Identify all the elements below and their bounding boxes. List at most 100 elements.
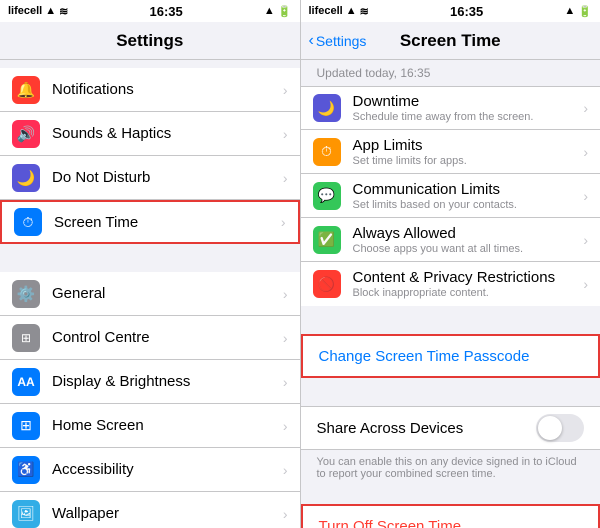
right-wifi-icon: ≋ xyxy=(360,5,369,18)
settings-row-controlcentre[interactable]: ⊞ Control Centre › xyxy=(0,316,300,360)
right-status-bar: lifecell ▲ ≋ 16:35 ▲ 🔋 xyxy=(301,0,600,22)
settings-row-notifications[interactable]: 🔔 Notifications › xyxy=(0,68,300,112)
separator-1 xyxy=(301,306,600,334)
right-carrier: lifecell xyxy=(309,5,343,17)
wallpaper-label: Wallpaper xyxy=(52,505,279,522)
left-battery-icon: 🔋 xyxy=(278,5,292,18)
controlcentre-icon: ⊞ xyxy=(12,324,40,352)
right-status-right: ▲ 🔋 xyxy=(564,5,592,18)
screentime-items-group: 🌙 Downtime Schedule time away from the s… xyxy=(301,86,600,306)
right-scroll[interactable]: Updated today, 16:35 🌙 Downtime Schedule… xyxy=(301,60,600,528)
left-panel: lifecell ▲ ≋ 16:35 ▲ 🔋 Settings 🔔 Notifi… xyxy=(0,0,300,528)
left-time: 16:35 xyxy=(150,4,183,19)
right-panel: lifecell ▲ ≋ 16:35 ▲ 🔋 ‹ Settings Screen… xyxy=(301,0,600,528)
dnd-label: Do Not Disturb xyxy=(52,169,279,186)
left-scroll[interactable]: 🔔 Notifications › 🔊 Sounds & Haptics › xyxy=(0,60,300,528)
homescreen-icon: ⊞ xyxy=(12,412,40,440)
general-text: General xyxy=(52,285,279,302)
applimits-sublabel: Set time limits for apps. xyxy=(353,155,580,167)
notifications-icon: 🔔 xyxy=(12,76,40,104)
settings-row-dnd[interactable]: 🌙 Do Not Disturb › xyxy=(0,156,300,200)
wallpaper-icon: 🖼 xyxy=(12,500,40,528)
applimits-chevron: › xyxy=(583,144,588,160)
settings-row-accessibility[interactable]: ♿ Accessibility › xyxy=(0,448,300,492)
sounds-chevron: › xyxy=(283,126,288,142)
notifications-text: Notifications xyxy=(52,81,279,98)
sounds-icon: 🔊 xyxy=(12,120,40,148)
left-carrier: lifecell xyxy=(8,5,42,17)
left-nav-bar: Settings xyxy=(0,22,300,60)
left-location-icon: ▲ xyxy=(264,5,275,17)
homescreen-text: Home Screen xyxy=(52,417,279,434)
controlcentre-chevron: › xyxy=(283,330,288,346)
alwaysallowed-text-block: Always Allowed Choose apps you want at a… xyxy=(353,225,580,255)
controlcentre-label: Control Centre xyxy=(52,329,279,346)
display-label: Display & Brightness xyxy=(52,373,279,390)
settings-row-sounds[interactable]: 🔊 Sounds & Haptics › xyxy=(0,112,300,156)
wallpaper-text: Wallpaper xyxy=(52,505,279,522)
st-row-communication[interactable]: 💬 Communication Limits Set limits based … xyxy=(301,174,600,218)
left-wifi-icon: ≋ xyxy=(59,5,68,18)
accessibility-chevron: › xyxy=(283,462,288,478)
settings-row-screentime[interactable]: ⏱ Screen Time › xyxy=(0,200,300,244)
sounds-text: Sounds & Haptics xyxy=(52,125,279,142)
controlcentre-text: Control Centre xyxy=(52,329,279,346)
sounds-label: Sounds & Haptics xyxy=(52,125,279,142)
communication-sublabel: Set limits based on your contacts. xyxy=(353,199,580,211)
contentprivacy-sublabel: Block inappropriate content. xyxy=(353,287,580,299)
alwaysallowed-sublabel: Choose apps you want at all times. xyxy=(353,243,580,255)
downtime-icon: 🌙 xyxy=(313,94,341,122)
turnoff-row[interactable]: Turn Off Screen Time xyxy=(301,504,600,528)
back-label: Settings xyxy=(316,33,367,49)
dnd-chevron: › xyxy=(283,170,288,186)
share-toggle-row[interactable]: Share Across Devices xyxy=(301,406,600,450)
general-chevron: › xyxy=(283,286,288,302)
settings-row-display[interactable]: AA Display & Brightness › xyxy=(0,360,300,404)
communication-text-block: Communication Limits Set limits based on… xyxy=(353,181,580,211)
settings-row-general[interactable]: ⚙️ General › xyxy=(0,272,300,316)
applimits-label: App Limits xyxy=(353,137,580,154)
downtime-chevron: › xyxy=(583,100,588,116)
st-row-downtime[interactable]: 🌙 Downtime Schedule time away from the s… xyxy=(301,86,600,130)
applimits-icon: ⏱ xyxy=(313,138,341,166)
accessibility-label: Accessibility xyxy=(52,461,279,478)
settings-row-homescreen[interactable]: ⊞ Home Screen › xyxy=(0,404,300,448)
general-icon: ⚙️ xyxy=(12,280,40,308)
left-status-bar: lifecell ▲ ≋ 16:35 ▲ 🔋 xyxy=(0,0,300,22)
right-nav-bar: ‹ Settings Screen Time xyxy=(301,22,600,60)
notifications-label: Notifications xyxy=(52,81,279,98)
screentime-icon: ⏱ xyxy=(14,208,42,236)
homescreen-chevron: › xyxy=(283,418,288,434)
accessibility-text: Accessibility xyxy=(52,461,279,478)
contentprivacy-chevron: › xyxy=(583,276,588,292)
communication-label: Communication Limits xyxy=(353,181,580,198)
display-text: Display & Brightness xyxy=(52,373,279,390)
display-chevron: › xyxy=(283,374,288,390)
st-row-contentprivacy[interactable]: 🚫 Content & Privacy Restrictions Block i… xyxy=(301,262,600,306)
header-note-text: Updated today, 16:35 xyxy=(317,66,431,80)
communication-icon: 💬 xyxy=(313,182,341,210)
separator-3 xyxy=(301,490,600,498)
contentprivacy-label: Content & Privacy Restrictions xyxy=(353,269,580,286)
screentime-header-note: Updated today, 16:35 xyxy=(301,60,600,86)
settings-group-2: ⚙️ General › ⊞ Control Centre › xyxy=(0,244,300,528)
left-signal-icon: ▲ xyxy=(45,5,56,17)
downtime-label: Downtime xyxy=(353,93,580,110)
right-location-icon: ▲ xyxy=(564,5,575,17)
right-time: 16:35 xyxy=(450,4,483,19)
st-row-applimits[interactable]: ⏱ App Limits Set time limits for apps. › xyxy=(301,130,600,174)
st-row-alwaysallowed[interactable]: ✅ Always Allowed Choose apps you want at… xyxy=(301,218,600,262)
share-toggle-switch[interactable] xyxy=(536,414,584,442)
settings-row-wallpaper[interactable]: 🖼 Wallpaper › xyxy=(0,492,300,528)
dnd-icon: 🌙 xyxy=(12,164,40,192)
dnd-text: Do Not Disturb xyxy=(52,169,279,186)
screentime-label: Screen Time xyxy=(54,214,277,231)
alwaysallowed-chevron: › xyxy=(583,232,588,248)
settings-group-1: 🔔 Notifications › 🔊 Sounds & Haptics › xyxy=(0,60,300,244)
right-status-left: lifecell ▲ ≋ xyxy=(309,5,369,18)
share-label: Share Across Devices xyxy=(317,420,537,437)
wallpaper-chevron: › xyxy=(283,506,288,522)
back-button[interactable]: ‹ Settings xyxy=(309,32,367,50)
change-passcode-row[interactable]: Change Screen Time Passcode xyxy=(301,334,600,378)
right-signal-icon: ▲ xyxy=(346,5,357,17)
